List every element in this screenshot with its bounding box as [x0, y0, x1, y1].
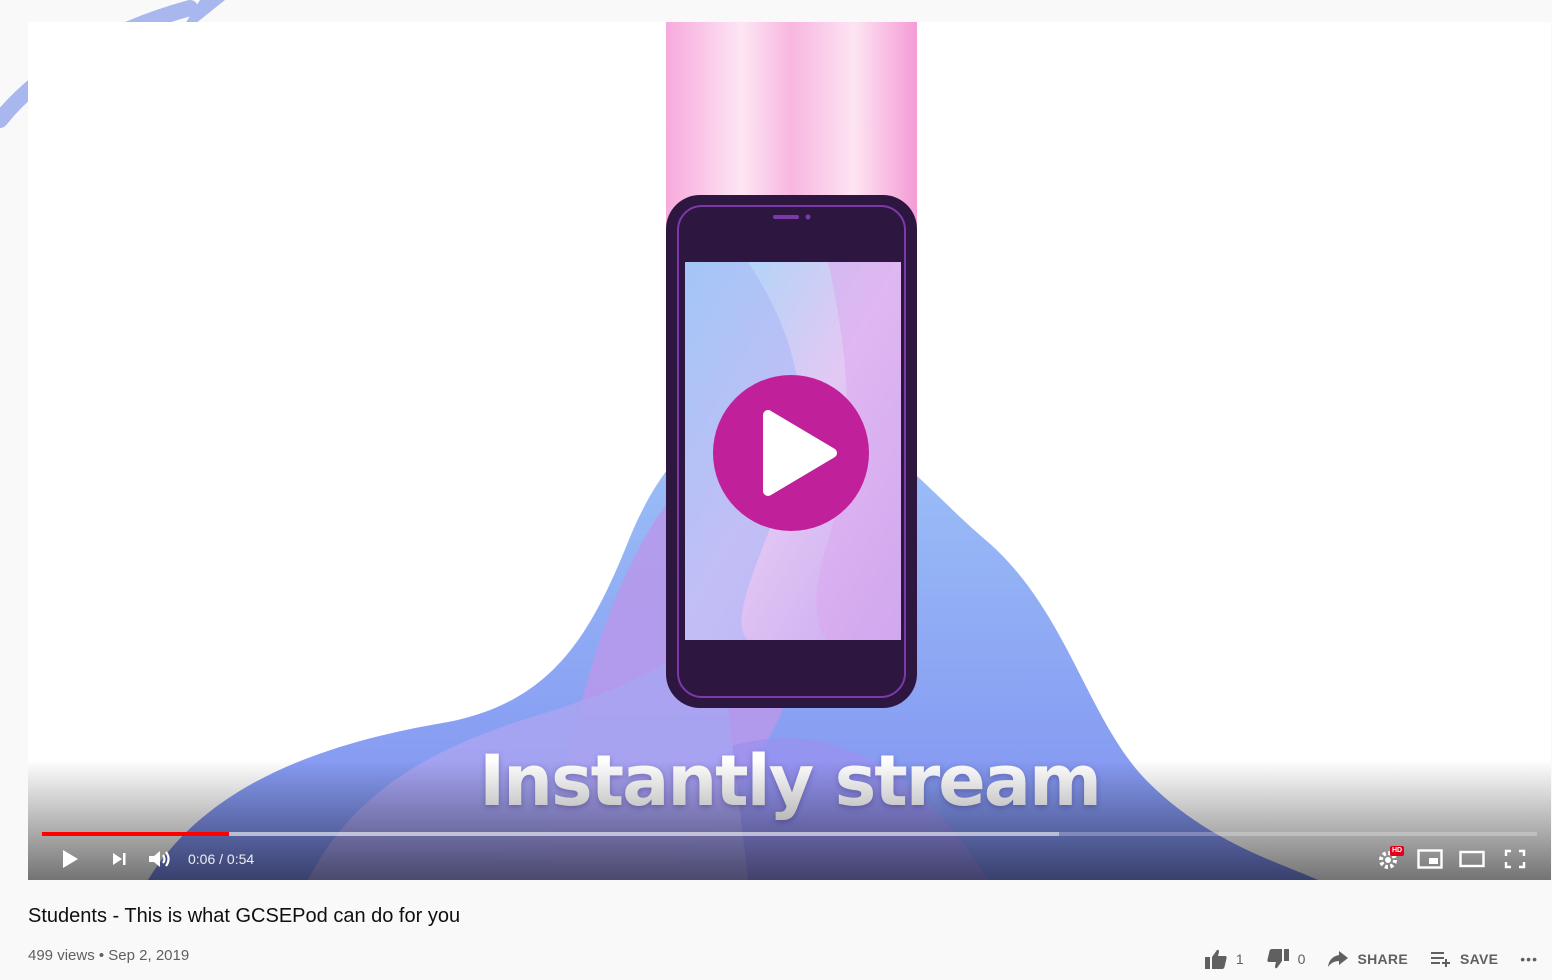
save-button[interactable]: SAVE: [1430, 950, 1498, 968]
mute-button[interactable]: [146, 846, 174, 872]
thumbs-up-icon: [1204, 949, 1227, 969]
current-time: 0:06: [188, 851, 216, 867]
play-icon: [63, 850, 78, 868]
like-button[interactable]: 1: [1204, 948, 1244, 970]
video-actions: 1 0 SHARE SAVE •••: [1182, 946, 1538, 972]
play-button[interactable]: [56, 846, 84, 872]
save-label: SAVE: [1459, 951, 1499, 967]
video-title: Students - This is what GCSEPod can do f…: [28, 905, 461, 927]
more-actions-button[interactable]: •••: [1520, 951, 1538, 967]
settings-button[interactable]: HD: [1375, 846, 1405, 872]
progress-played: [42, 832, 229, 836]
miniplayer-icon: [1417, 849, 1443, 869]
video-meta: 499 views • Sep 2, 2019: [28, 947, 190, 964]
share-button[interactable]: SHARE: [1327, 949, 1408, 969]
hd-badge: HD: [1390, 846, 1405, 856]
time-separator: /: [215, 851, 227, 867]
progress-bar[interactable]: [42, 832, 1537, 836]
volume-icon: [149, 851, 170, 867]
share-label: SHARE: [1357, 951, 1408, 967]
dislike-button[interactable]: 0: [1266, 948, 1306, 970]
more-icon: •••: [1520, 951, 1538, 967]
duration: 0:54: [226, 851, 255, 867]
dislike-count: 0: [1297, 951, 1306, 967]
theater-mode-button[interactable]: [1457, 846, 1487, 872]
miniplayer-button[interactable]: [1415, 846, 1445, 872]
time-display: 0:06 / 0:54: [188, 846, 254, 872]
fullscreen-icon: [1504, 849, 1526, 869]
next-button[interactable]: [106, 846, 132, 872]
share-arrow-icon: [1328, 951, 1349, 967]
video-player[interactable]: Instantly stream 0:06 / 0:54 HD: [28, 22, 1551, 880]
player-controls: 0:06 / 0:54 HD: [28, 842, 1551, 878]
like-count: 1: [1235, 951, 1244, 967]
thumbs-down-icon: [1267, 949, 1289, 969]
fullscreen-button[interactable]: [1500, 846, 1530, 872]
theater-icon: [1459, 850, 1485, 868]
next-icon: [113, 853, 126, 865]
playlist-add-icon: [1430, 952, 1450, 967]
